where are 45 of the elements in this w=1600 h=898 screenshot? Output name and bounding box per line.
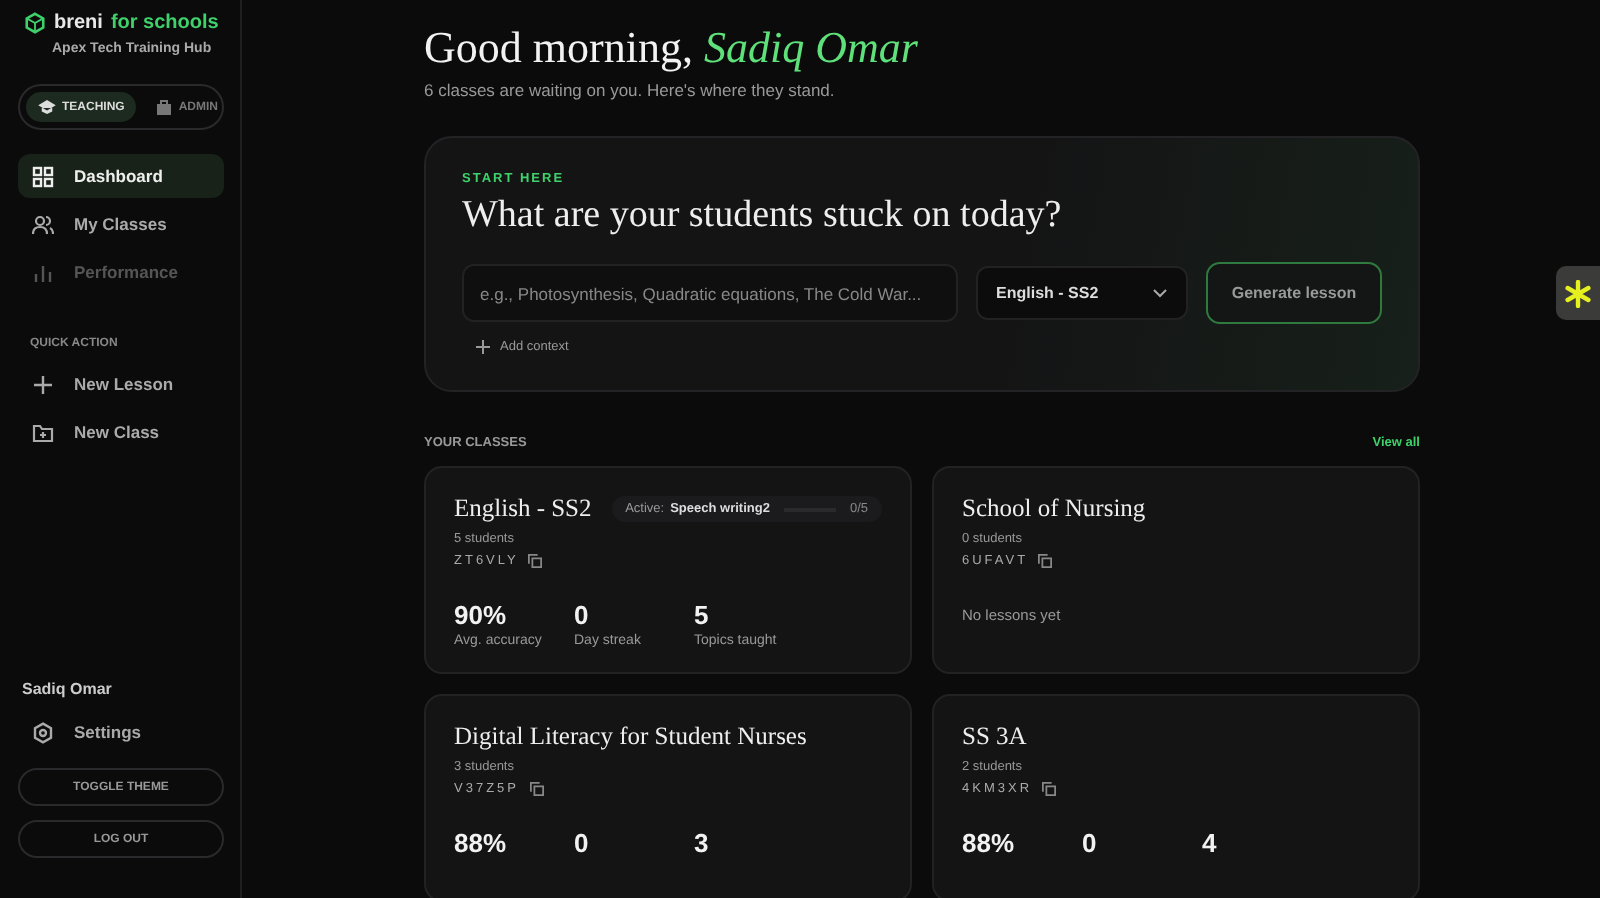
stat-value: 5: [694, 600, 711, 630]
stat-value: 3: [694, 828, 711, 858]
class-name: School of Nursing: [962, 494, 1146, 524]
asterisk-icon: [1564, 279, 1592, 307]
nav-item[interactable]: Dashboard: [18, 154, 224, 198]
stat-value: 0: [574, 600, 591, 630]
stat-value: 88%: [962, 828, 1017, 858]
quick-action-item[interactable]: New Lesson: [18, 362, 224, 406]
user-name-highlight: Sadiq Omar: [703, 22, 918, 72]
briefcase-icon: [156, 99, 173, 115]
plus-icon: [32, 373, 54, 395]
copy-icon[interactable]: [1038, 554, 1053, 568]
stat-value: 0: [1082, 828, 1099, 858]
generate-lesson-button[interactable]: Generate lesson: [1205, 262, 1382, 324]
people-icon: [32, 213, 54, 235]
class-select[interactable]: English - SS2: [976, 266, 1188, 320]
cube-icon: [24, 12, 46, 34]
settings-item[interactable]: Settings: [18, 710, 224, 754]
stat-value: 88%: [454, 828, 509, 858]
chevron-icon: [1151, 288, 1168, 298]
class-name: SS 3A: [962, 722, 1027, 752]
class-name: English - SS2: [454, 494, 592, 524]
nav-item[interactable]: My Classes: [18, 202, 224, 246]
copy-icon[interactable]: [1042, 782, 1057, 796]
card-title: What are your students stuck on today?: [462, 194, 1064, 238]
quick-action-item[interactable]: New Class: [18, 410, 224, 454]
plus-icon: [476, 340, 490, 354]
brand-suffix: for schools: [110, 12, 219, 34]
brand-name: breni: [54, 12, 103, 34]
stat-value: 0: [574, 828, 591, 858]
greeting: Good morning,: [424, 22, 693, 72]
user-name: Sadiq Omar: [22, 680, 114, 698]
copy-icon[interactable]: [529, 782, 543, 796]
subtitle: 6 classes are waiting on you. Here's where they stand.: [424, 80, 837, 100]
settings-icon: [32, 721, 54, 743]
class-name: Digital Literacy for Student Nurses: [454, 722, 807, 752]
copy-icon[interactable]: [528, 554, 543, 568]
grid-icon: [32, 165, 54, 187]
asterisk-button[interactable]: [1556, 266, 1600, 320]
bar-chart-icon: [32, 261, 54, 283]
stat-value: 4: [1202, 828, 1219, 858]
graduation-cap-icon: [38, 100, 56, 114]
folder-plus-icon: [32, 421, 54, 443]
stat-value: 90%: [454, 600, 509, 630]
topic-input-field[interactable]: e.g., Photosynthesis, Quadratic equations, The Cold War...: [462, 264, 959, 322]
